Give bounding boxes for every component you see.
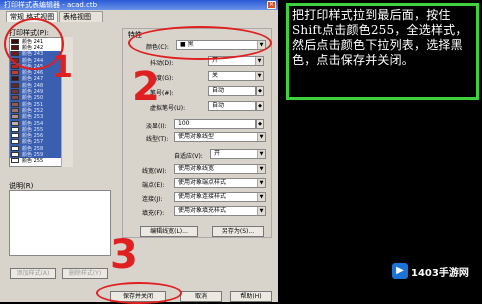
endstyle-label: 端点(E): xyxy=(142,182,165,189)
virtual-pen-field[interactable]: 自动 xyxy=(208,101,256,111)
lineweight-label: 线宽(W): xyxy=(142,168,167,175)
title-bar: 打印样式表编辑器 - acad.ctb × xyxy=(0,0,278,10)
fillstyle-label: 填充(F): xyxy=(142,210,165,217)
chevron-down-icon[interactable]: ▼ xyxy=(257,193,265,201)
description-field[interactable] xyxy=(9,190,111,256)
linetype-label: 线型(T): xyxy=(146,136,169,143)
endstyle-value: 使用对象端点样式 xyxy=(178,179,227,186)
joinstyle-label: 连接(J): xyxy=(142,196,163,203)
fillstyle-value: 使用对象填充样式 xyxy=(178,207,227,214)
color-swatch-icon xyxy=(11,139,19,145)
add-style-button[interactable]: 添加样式(A) xyxy=(10,268,56,279)
cancel-button[interactable]: 取消 xyxy=(180,291,222,302)
virtual-pen-spinner[interactable]: ◆ xyxy=(256,101,264,111)
color-swatch-icon xyxy=(11,151,19,157)
lineweight-select[interactable]: 使用对象线宽 ▼ xyxy=(174,164,266,174)
edit-lineweights-button[interactable]: 编辑线宽(L)... xyxy=(140,226,198,237)
chevron-down-icon[interactable]: ▼ xyxy=(257,133,265,141)
help-button[interactable]: 帮助(H) xyxy=(230,291,272,302)
color-swatch-icon xyxy=(11,133,19,139)
plot-style-editor-dialog: 打印样式表编辑器 - acad.ctb × 常规 格式视图 表格视图 打印样式(… xyxy=(0,0,278,304)
joinstyle-value: 使用对象连接样式 xyxy=(178,193,227,200)
annotation-number-1: 1 xyxy=(52,50,73,85)
style-name: 颜色 255 xyxy=(22,158,44,165)
save-as-button[interactable]: 另存为(S)... xyxy=(212,226,264,237)
adaptive-select[interactable]: 开 ▼ xyxy=(210,149,266,159)
linetype-value: 使用对象线型 xyxy=(178,133,215,140)
watermark-logo: ▶ 1403手游网 xyxy=(392,256,478,286)
delete-style-button[interactable]: 删除样式(Y) xyxy=(62,268,108,279)
color-swatch-icon xyxy=(11,70,19,76)
screening-label: 淡显(I): xyxy=(146,123,167,130)
annotation-number-2: 2 xyxy=(132,64,160,110)
color-swatch-icon xyxy=(11,158,19,164)
linetype-select[interactable]: 使用对象线型 ▼ xyxy=(174,132,266,142)
endstyle-select[interactable]: 使用对象端点样式 ▼ xyxy=(174,178,266,188)
chevron-down-icon[interactable]: ▼ xyxy=(257,179,265,187)
color-swatch-icon xyxy=(11,114,19,120)
chevron-down-icon[interactable]: ▼ xyxy=(257,165,265,173)
fillstyle-select[interactable]: 使用对象填充样式 ▼ xyxy=(174,206,266,216)
color-swatch-icon xyxy=(11,107,19,113)
window-title: 打印样式表编辑器 - acad.ctb xyxy=(4,1,98,9)
instruction-callout: 把打印样式拉到最后面，按住Shift点击颜色255，全选样式，然后点击颜色下拉列… xyxy=(286,3,479,100)
virtual-pen-value: 自动 xyxy=(212,102,225,109)
color-swatch-icon xyxy=(11,76,19,82)
close-icon[interactable]: × xyxy=(267,1,276,9)
screening-value: 100 xyxy=(178,120,190,127)
adaptive-value: 开 xyxy=(214,150,221,157)
color-swatch-icon xyxy=(11,145,19,151)
joinstyle-select[interactable]: 使用对象连接样式 ▼ xyxy=(174,192,266,202)
color-swatch-icon xyxy=(11,95,19,101)
adaptive-label: 自适应(V): xyxy=(174,153,203,160)
screening-field[interactable]: 100 xyxy=(174,119,256,129)
pen-number-spinner[interactable]: ◆ xyxy=(256,86,264,96)
color-swatch-icon xyxy=(11,120,19,126)
tab-table-view[interactable]: 表格视图 xyxy=(59,11,103,22)
logo-icon: ▶ xyxy=(392,263,408,279)
lineweight-value: 使用对象线宽 xyxy=(178,165,215,172)
pen-number-field[interactable]: 自动 xyxy=(208,86,256,96)
grayscale-value: 关 xyxy=(212,72,219,79)
color-swatch-icon xyxy=(11,126,19,132)
logo-text: 1403手游网 xyxy=(411,267,469,279)
screening-spinner[interactable]: ◆ xyxy=(256,119,264,129)
chevron-down-icon[interactable]: ▼ xyxy=(257,207,265,215)
annotation-number-3: 3 xyxy=(110,232,138,278)
grayscale-select[interactable]: 关 ▼ xyxy=(208,71,264,81)
chevron-down-icon[interactable]: ▼ xyxy=(255,72,263,80)
chevron-down-icon[interactable]: ▼ xyxy=(257,150,265,158)
color-swatch-icon xyxy=(11,82,19,88)
chevron-down-icon[interactable]: ▼ xyxy=(255,57,263,65)
color-swatch-icon xyxy=(11,101,19,107)
annotation-circle-3 xyxy=(96,282,182,304)
color-swatch-icon xyxy=(11,89,19,95)
annotation-circle-2 xyxy=(128,26,272,60)
pen-number-value: 自动 xyxy=(212,87,225,94)
